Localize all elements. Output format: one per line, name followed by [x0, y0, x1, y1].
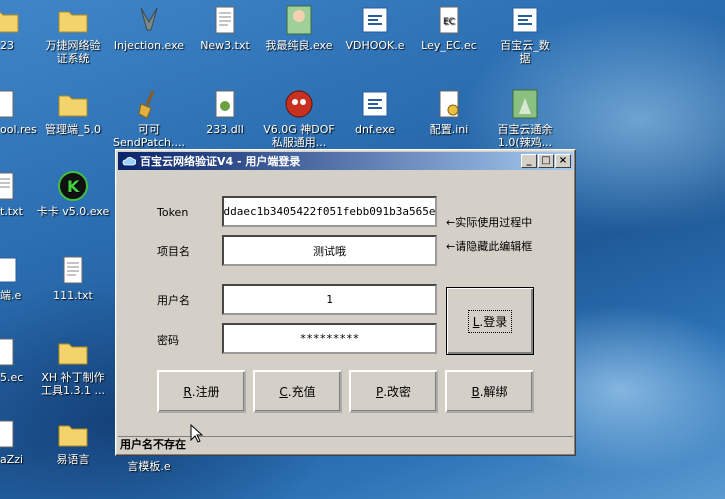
- text-file-icon: [0, 172, 14, 200]
- desktop-icon-111-txt[interactable]: 111.txt: [28, 254, 118, 302]
- status-bar: 用户名不存在: [118, 436, 573, 453]
- cloud-icon: [122, 156, 136, 166]
- desktop-icon-kaka[interactable]: K 卡卡 v5.0.exe: [28, 170, 118, 218]
- token-field[interactable]: ddaec1b3405422f051febb091b3a565e: [222, 196, 437, 227]
- title-bar[interactable]: 百宝云网络验证V4 - 用户端登录 _ □ ×: [118, 152, 573, 170]
- folder-icon: [0, 11, 19, 33]
- close-button[interactable]: ×: [555, 154, 571, 168]
- hint-text-1: ←实际使用过程中: [446, 216, 533, 229]
- project-field[interactable]: 测试哦: [222, 235, 437, 266]
- text-file-icon: [63, 256, 83, 284]
- ini-file-icon: [439, 90, 459, 118]
- password-field[interactable]: *********: [222, 323, 437, 354]
- text-file-icon: [215, 6, 235, 34]
- k-logo-icon: K: [58, 171, 88, 201]
- dll-file-icon: [215, 90, 235, 118]
- skull-app-icon: [285, 90, 313, 118]
- mouse-cursor-icon: [190, 424, 204, 443]
- maximize-button[interactable]: □: [538, 154, 554, 168]
- character-app-icon: [512, 89, 538, 119]
- ec-file-icon: EC: [439, 6, 459, 34]
- app-icon: [362, 91, 388, 117]
- username-field[interactable]: 1: [222, 284, 437, 315]
- bird-app-icon: [140, 7, 158, 31]
- login-window: 百宝云网络验证V4 - 用户端登录 _ □ × Token ddaec1b340…: [115, 149, 576, 456]
- broom-icon: [138, 90, 155, 119]
- folder-icon: [58, 11, 88, 33]
- folder-icon: [58, 425, 88, 447]
- desktop-icon-template[interactable]: 言模板.e: [104, 456, 194, 473]
- desktop-icon-baibaoyun-data[interactable]: 百宝云_数 据: [480, 4, 570, 65]
- hint-text-2: ←请隐藏此编辑框: [446, 240, 533, 253]
- file-icon: [0, 420, 14, 448]
- app-icon: [362, 7, 388, 33]
- register-button[interactable]: R .注册: [157, 370, 246, 413]
- project-label: 项目名: [157, 245, 190, 258]
- app-icon: [512, 7, 538, 33]
- token-label: Token: [157, 206, 189, 219]
- app-icon: [0, 257, 17, 283]
- minimize-button[interactable]: _: [521, 154, 537, 168]
- unbind-button[interactable]: B .解绑: [445, 370, 534, 413]
- password-label: 密码: [157, 334, 179, 347]
- folder-icon: [58, 343, 88, 365]
- svg-text:EC: EC: [443, 17, 455, 27]
- character-app-icon: [286, 5, 312, 35]
- recharge-button[interactable]: C .充值: [253, 370, 342, 413]
- svg-text:K: K: [67, 177, 80, 196]
- change-password-button[interactable]: P .改密: [349, 370, 438, 413]
- username-label: 用户名: [157, 294, 190, 307]
- folder-icon: [58, 95, 88, 117]
- desktop-icon-baibaoyun-tongyu[interactable]: 百宝云通余 1.0(辣鸡...: [480, 88, 570, 149]
- file-icon: [0, 90, 14, 118]
- window-title: 百宝云网络验证V4 - 用户端登录: [140, 155, 301, 168]
- desktop-icon-xh-patch[interactable]: XH 补丁制作 工具1.3.1 ...: [28, 336, 118, 397]
- ec-file-icon: [0, 338, 14, 366]
- login-button[interactable]: L.登录: [446, 287, 534, 355]
